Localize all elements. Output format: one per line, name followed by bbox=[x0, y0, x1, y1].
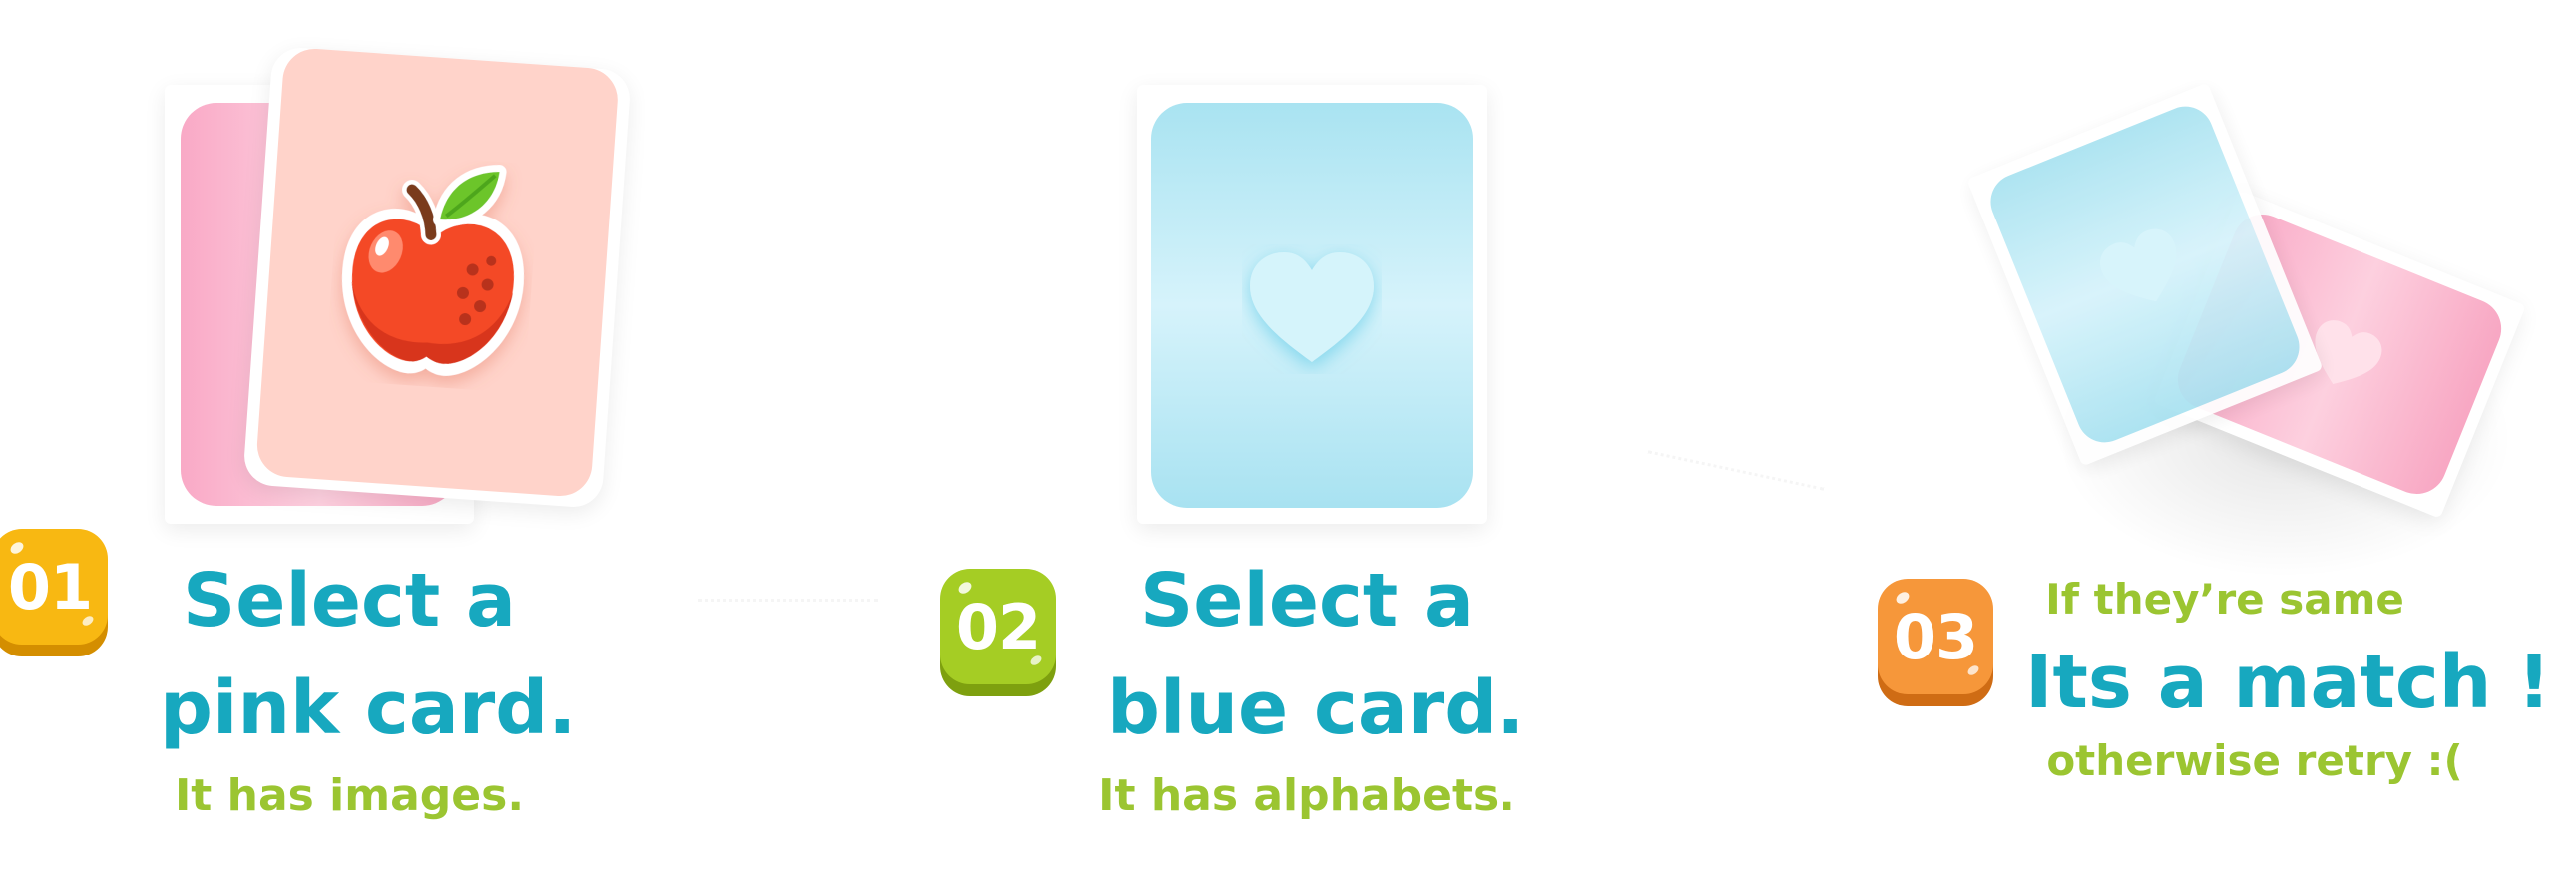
step-1-title-line1: Select a bbox=[183, 558, 516, 644]
divider-1 bbox=[698, 599, 878, 602]
heart-icon bbox=[1250, 252, 1374, 362]
step-3-intro: If they’re same bbox=[2045, 575, 2404, 624]
pink-card-front[interactable] bbox=[242, 45, 632, 510]
step-1: 01 Select a pink card. It has images. bbox=[0, 0, 698, 874]
step-1-title: Select a pink card. bbox=[160, 547, 577, 762]
step-3-subtitle: otherwise retry :( bbox=[2046, 736, 2463, 785]
step-3: 03 If they’re same Its a match ! otherwi… bbox=[1856, 0, 2576, 874]
step-2-title-line2: blue card. bbox=[1107, 665, 1525, 751]
step-2-badge: 02 bbox=[940, 569, 1056, 684]
apple-icon bbox=[342, 165, 524, 376]
step-2-title: Select a blue card. bbox=[1107, 547, 1525, 762]
step-2-subtitle: It has alphabets. bbox=[1098, 770, 1515, 821]
blue-card[interactable] bbox=[1137, 85, 1487, 524]
step-3-number: 03 bbox=[1893, 600, 1978, 673]
step-2: 02 Select a blue card. It has alphabets. bbox=[928, 0, 1626, 874]
step-2-number: 02 bbox=[955, 590, 1041, 663]
step-3-badge: 03 bbox=[1878, 579, 1993, 694]
step-1-badge: 01 bbox=[0, 529, 108, 645]
step-3-title: Its a match ! bbox=[2025, 640, 2551, 725]
step-2-title-line1: Select a bbox=[1140, 558, 1474, 644]
step-1-subtitle: It has images. bbox=[174, 770, 525, 821]
divider-2 bbox=[1647, 450, 1825, 491]
step-1-number: 01 bbox=[7, 550, 93, 624]
step-1-title-line2: pink card. bbox=[160, 665, 577, 751]
